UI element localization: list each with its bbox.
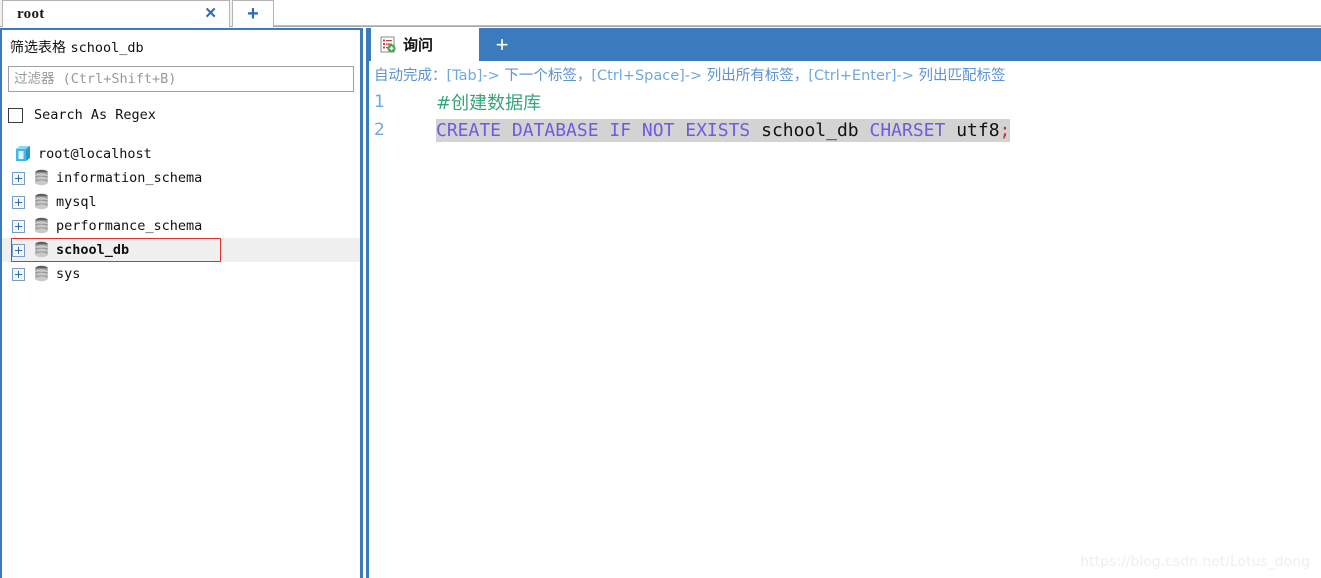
tree-item-label: information_schema (56, 170, 203, 186)
sql-keyword-token: CHARSET (869, 119, 957, 141)
plus-icon: + (247, 3, 259, 25)
filter-title-target: school_db (70, 40, 144, 56)
tree-item-label: school_db (56, 242, 130, 258)
code-line-content: #创建数据库 (436, 89, 541, 115)
watermark: https://blog.csdn.net/Lotus_dong (1080, 554, 1310, 570)
line-number: 2 (374, 120, 385, 140)
filter-input[interactable] (8, 66, 354, 92)
expand-icon[interactable] (12, 195, 25, 209)
query-new-icon (380, 36, 397, 53)
database-tree: root@localhost information_schema mysql … (2, 142, 360, 286)
tree-item-root[interactable]: root@localhost (2, 142, 360, 166)
editor-tab-label: 询问 (403, 36, 434, 54)
plus-icon: + (495, 31, 509, 57)
code-line: 2 CREATE DATABASE IF NOT EXISTS school_d… (369, 116, 1321, 144)
hint-text-ctrl-enter: 列出匹配标签 (913, 68, 1006, 84)
connection-tab-bar: root ✕ + (0, 0, 1321, 27)
expand-icon[interactable] (12, 171, 25, 185)
close-icon[interactable]: ✕ (204, 4, 217, 24)
filter-title-prefix: 筛选表格 (10, 40, 66, 56)
expand-icon[interactable] (12, 219, 25, 233)
connection-tab-label: root (17, 5, 45, 22)
code-line: 1 #创建数据库 (369, 88, 1321, 116)
tree-item-performance_schema[interactable]: performance_schema (2, 214, 360, 238)
hint-key-ctrl-space: [Ctrl+Space]-> (591, 68, 703, 84)
hint-text-ctrl-space: 列出所有标签， (702, 68, 809, 84)
database-icon (30, 241, 52, 259)
database-icon (30, 265, 52, 283)
search-as-regex-checkbox[interactable] (8, 107, 23, 123)
tree-item-sys[interactable]: sys (2, 262, 360, 286)
search-as-regex-row[interactable]: Search As Regex (8, 107, 156, 123)
hint-key-ctrl-enter: [Ctrl+Enter]-> (808, 68, 914, 84)
tree-item-mysql[interactable]: mysql (2, 190, 360, 214)
add-query-tab-button[interactable]: + (489, 32, 515, 57)
database-icon (30, 193, 52, 211)
tree-item-root-label: root@localhost (38, 146, 152, 162)
expand-icon[interactable] (12, 267, 25, 281)
database-icon (30, 169, 52, 187)
tree-item-label: sys (56, 266, 81, 282)
sql-comment-token: #创建数据库 (436, 93, 542, 114)
hint-text-tab: 下一个标签， (499, 68, 592, 84)
hint-key-tab: [Tab]-> (446, 68, 500, 84)
server-icon (12, 145, 34, 163)
connection-tab-bar-filler (274, 0, 1321, 26)
editor-tab-bar: 询问 + (369, 28, 1321, 61)
autocomplete-hint-bar: 自动完成：[Tab]-> 下一个标签，[Ctrl+Space]-> 列出所有标签… (374, 64, 1006, 86)
sql-identifier-token: school_db (761, 119, 870, 141)
hint-prefix: 自动完成： (374, 68, 447, 84)
sql-code-area[interactable]: 1 #创建数据库 2 CREATE DATABASE IF NOT EXISTS… (369, 88, 1321, 575)
sql-statement-highlight: CREATE DATABASE IF NOT EXISTS school_db … (436, 118, 1011, 142)
code-line-content: CREATE DATABASE IF NOT EXISTS school_db … (436, 118, 1011, 142)
connection-tab-root[interactable]: root ✕ (2, 0, 230, 27)
expand-icon[interactable] (12, 243, 25, 257)
tree-item-label: performance_schema (56, 218, 203, 234)
tree-item-label: mysql (56, 194, 97, 210)
line-number: 1 (374, 92, 385, 112)
sql-editor-panel: 询问 + 自动完成：[Tab]-> 下一个标签，[Ctrl+Space]-> 列… (366, 28, 1321, 578)
database-icon (30, 217, 52, 235)
sql-keyword-token: CREATE DATABASE IF NOT EXISTS (436, 119, 762, 141)
sql-semicolon-token: ; (999, 119, 1011, 141)
tree-item-school_db[interactable]: school_db (2, 238, 360, 262)
mysql-client-window: root ✕ + 筛选表格 school_db Search As Regex (0, 0, 1321, 578)
sql-identifier-token: utf8 (956, 119, 1000, 141)
editor-tab-query[interactable]: 询问 (371, 28, 479, 61)
filter-title: 筛选表格 school_db (10, 37, 144, 57)
tree-item-information_schema[interactable]: information_schema (2, 166, 360, 190)
add-connection-tab-button[interactable]: + (232, 0, 274, 27)
search-as-regex-label: Search As Regex (34, 107, 156, 123)
database-navigator-sidebar: 筛选表格 school_db Search As Regex root@loca… (0, 28, 363, 578)
